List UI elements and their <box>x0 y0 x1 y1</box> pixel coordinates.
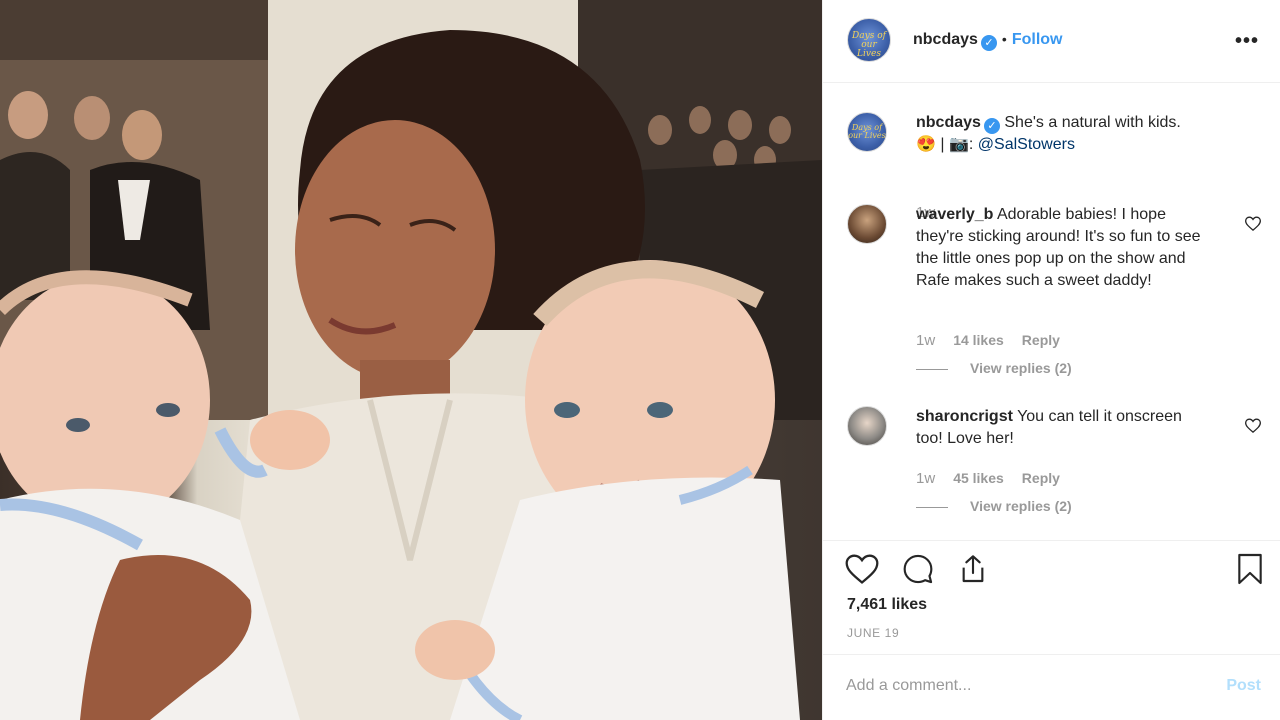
comments-section: Days of our Lives nbcdays ✓ She's a natur… <box>823 84 1280 540</box>
comment-meta: 1w 14 likes Reply <box>916 332 1078 349</box>
header-user-line: nbcdays ✓ • Follow <box>913 31 1062 51</box>
comment-body: waverly_b Adorable babies! I hope they'r… <box>916 204 1206 292</box>
comment-item: sharoncrigst You can tell it onscreen to… <box>847 406 1267 526</box>
photo-illustration <box>0 0 822 720</box>
comment-age[interactable]: 1w <box>916 332 935 349</box>
verified-icon: ✓ <box>983 118 1000 134</box>
caption-username[interactable]: nbcdays <box>916 114 981 131</box>
heart-icon[interactable] <box>845 553 879 590</box>
caption-mention-link[interactable]: @SalStowers <box>978 136 1075 153</box>
separator-dot: • <box>1001 31 1007 47</box>
comment-username[interactable]: waverly_b <box>916 206 993 223</box>
bookmark-icon[interactable] <box>1235 553 1265 590</box>
divider-line <box>916 506 948 508</box>
reply-button[interactable]: Reply <box>1022 332 1060 348</box>
camera-emoji: 📷 <box>948 136 969 153</box>
like-comment-heart-icon[interactable] <box>1244 216 1262 236</box>
caption-avatar[interactable]: Days of our Lives <box>847 112 887 152</box>
share-icon[interactable] <box>957 553 989 590</box>
post-comment-button[interactable]: Post <box>1226 677 1261 695</box>
comment-username[interactable]: sharoncrigst <box>916 408 1013 425</box>
avatar-logo-text: Days of our Lives <box>852 31 886 59</box>
post-header: Days of our Lives nbcdays ✓ • Follow ••• <box>823 0 1280 83</box>
caption-text: She's a natural with kids. <box>1004 114 1181 131</box>
avatar-logo-text: Days of our Lives <box>848 123 886 140</box>
add-comment-bar: Post <box>823 654 1280 720</box>
profile-avatar[interactable]: Days of our Lives <box>847 18 891 62</box>
caption-body: nbcdays ✓ She's a natural with kids. 😍 | … <box>916 112 1246 156</box>
post-date: JUNE 19 <box>847 626 900 640</box>
reply-button[interactable]: Reply <box>1022 470 1060 486</box>
header-username[interactable]: nbcdays <box>913 31 978 48</box>
comment-likes[interactable]: 45 likes <box>953 470 1004 486</box>
view-replies-button[interactable]: View replies (2) <box>916 498 1072 514</box>
comment-icon[interactable] <box>901 553 935 590</box>
caption-separator: | <box>935 136 949 153</box>
verified-icon: ✓ <box>980 35 997 51</box>
action-bar: 7,461 likes JUNE 19 <box>823 540 1280 650</box>
follow-button[interactable]: Follow <box>1012 31 1063 48</box>
likes-count[interactable]: 7,461 likes <box>847 596 927 614</box>
divider-line <box>916 368 948 370</box>
caption-colon: : <box>968 136 978 153</box>
post-photo[interactable] <box>0 0 822 720</box>
view-replies-label: View replies (2) <box>970 360 1072 376</box>
commenter-avatar[interactable] <box>847 204 887 244</box>
like-comment-heart-icon[interactable] <box>1244 418 1262 438</box>
commenter-avatar[interactable] <box>847 406 887 446</box>
view-replies-label: View replies (2) <box>970 498 1072 514</box>
comment-item: waverly_b Adorable babies! I hope they'r… <box>847 204 1267 384</box>
heart-eyes-emoji: 😍 <box>916 136 936 153</box>
comment-likes[interactable]: 14 likes <box>953 332 1004 348</box>
comment-meta: 1w 45 likes Reply <box>916 470 1078 487</box>
comment-body: sharoncrigst You can tell it onscreen to… <box>916 406 1206 450</box>
post-details-panel: Days of our Lives nbcdays ✓ • Follow ••• Da… <box>822 0 1280 720</box>
more-icon[interactable]: ••• <box>1235 30 1259 53</box>
comment-age[interactable]: 1w <box>916 470 935 487</box>
comment-input[interactable] <box>846 673 1196 699</box>
view-replies-button[interactable]: View replies (2) <box>916 360 1072 376</box>
post-caption: Days of our Lives nbcdays ✓ She's a natur… <box>847 112 1267 221</box>
